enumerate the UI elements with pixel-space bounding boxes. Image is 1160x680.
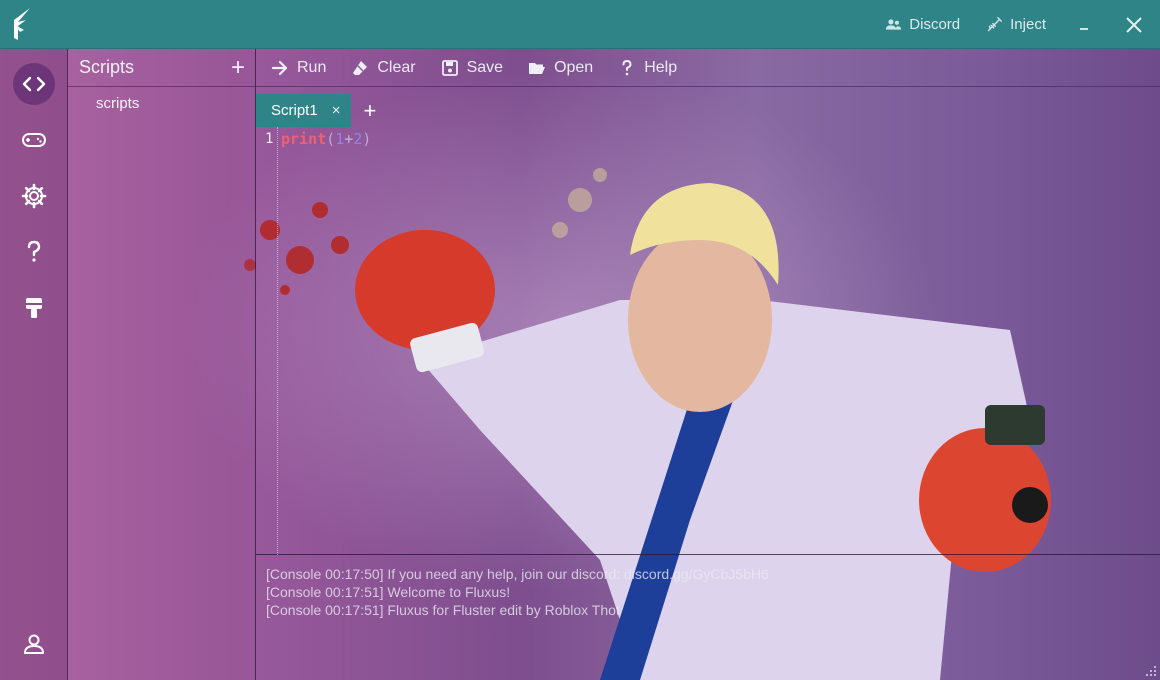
code-line: print(1+2) bbox=[281, 130, 371, 148]
code-editor[interactable]: 1 print(1+2) bbox=[256, 127, 1160, 555]
resize-grip-icon[interactable] bbox=[1145, 665, 1157, 677]
run-button[interactable]: Run bbox=[271, 59, 326, 77]
line-number: 1 bbox=[265, 131, 274, 147]
code-function: print bbox=[281, 130, 327, 148]
new-tab-button[interactable]: + bbox=[363, 99, 376, 122]
help-label: Help bbox=[644, 58, 678, 76]
nav-themes[interactable] bbox=[13, 287, 55, 329]
code-icon bbox=[22, 76, 46, 92]
arrow-right-icon bbox=[271, 60, 288, 75]
open-button[interactable]: Open bbox=[528, 59, 593, 77]
tab-bar: Script1 × + bbox=[256, 94, 376, 127]
run-label: Run bbox=[297, 58, 327, 76]
syringe-icon bbox=[987, 16, 1003, 32]
tab-close-icon[interactable]: × bbox=[332, 102, 341, 119]
nav-games[interactable] bbox=[13, 119, 55, 161]
help-icon bbox=[27, 240, 41, 262]
open-label: Open bbox=[554, 58, 594, 76]
folder-open-icon bbox=[529, 62, 546, 74]
user-icon bbox=[24, 634, 44, 654]
gear-icon bbox=[21, 183, 47, 209]
tab-script1[interactable]: Script1 × bbox=[256, 94, 352, 127]
console-line: [Console 00:17:50] If you need any help,… bbox=[266, 566, 769, 582]
scripts-header: Scripts + bbox=[68, 49, 255, 87]
people-icon bbox=[886, 19, 902, 30]
line-gutter: 1 bbox=[256, 127, 278, 555]
help-button[interactable]: Help bbox=[618, 59, 677, 77]
question-icon bbox=[622, 59, 632, 75]
clear-button[interactable]: Clear bbox=[351, 58, 416, 77]
scripts-title: Scripts bbox=[79, 57, 135, 77]
console-line: [Console 00:17:51] Fluxus for Fluster ed… bbox=[266, 602, 620, 618]
inject-label: Inject bbox=[1010, 16, 1046, 33]
console-line: [Console 00:17:51] Welcome to Fluxus! bbox=[266, 584, 511, 600]
add-script-button[interactable]: + bbox=[231, 55, 245, 80]
save-label: Save bbox=[466, 58, 504, 76]
paint-brush-icon bbox=[26, 298, 42, 318]
script-folder-item[interactable]: scripts bbox=[68, 87, 255, 112]
nav-help[interactable] bbox=[13, 231, 55, 273]
code-operator: + bbox=[344, 130, 354, 148]
gamepad-icon bbox=[22, 133, 46, 147]
side-nav bbox=[0, 49, 68, 680]
title-bar: Discord Inject bbox=[0, 0, 1160, 49]
code-paren-close: ) bbox=[362, 130, 372, 148]
close-icon bbox=[1126, 16, 1142, 33]
fluxus-logo bbox=[14, 8, 30, 40]
code-paren-open: ( bbox=[326, 130, 336, 148]
inject-button[interactable]: Inject bbox=[986, 16, 1046, 33]
code-number: 1 bbox=[335, 130, 345, 148]
tab-label: Script1 bbox=[271, 102, 318, 119]
clear-label: Clear bbox=[377, 58, 416, 76]
minimize-button[interactable] bbox=[1072, 13, 1096, 37]
scripts-panel: Scripts + scripts bbox=[68, 49, 256, 680]
close-button[interactable] bbox=[1122, 13, 1146, 37]
code-number: 2 bbox=[353, 130, 363, 148]
minimize-icon bbox=[1080, 27, 1088, 30]
save-icon bbox=[441, 59, 458, 76]
eraser-icon bbox=[353, 60, 368, 75]
discord-label: Discord bbox=[909, 16, 961, 33]
save-button[interactable]: Save bbox=[441, 59, 503, 77]
editor-toolbar: Run Clear Save Open Help bbox=[256, 49, 1160, 87]
nav-settings[interactable] bbox=[13, 175, 55, 217]
nav-account[interactable] bbox=[13, 623, 55, 665]
nav-editor[interactable] bbox=[13, 63, 55, 105]
console-output: [Console 00:17:50] If you need any help,… bbox=[256, 556, 1160, 680]
discord-button[interactable]: Discord bbox=[885, 16, 960, 33]
